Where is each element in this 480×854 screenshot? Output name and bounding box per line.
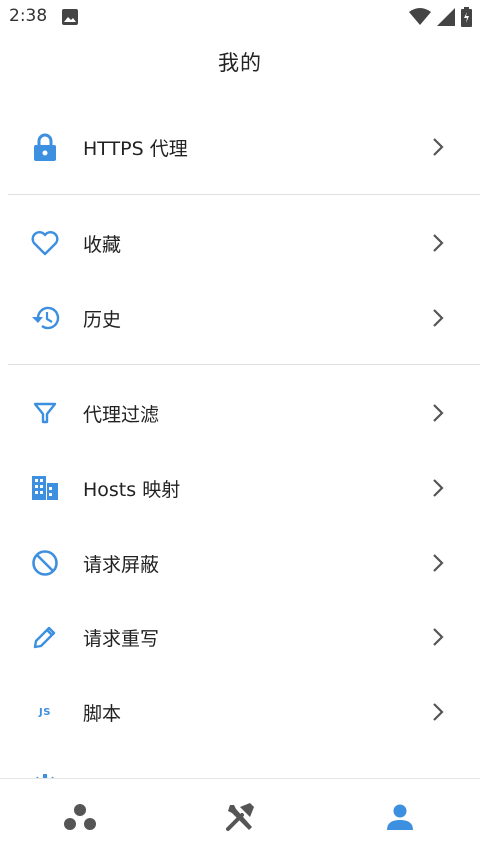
status-time: 2:38 bbox=[9, 6, 48, 26]
chevron-right-icon bbox=[433, 554, 444, 572]
menu-item-https-proxy[interactable]: HTTPS 代理 bbox=[0, 110, 480, 184]
lock-icon bbox=[30, 132, 60, 162]
menu-item-request-block[interactable]: 请求屏蔽 bbox=[0, 526, 480, 600]
building-icon bbox=[30, 473, 60, 503]
menu-label: 收藏 bbox=[83, 233, 122, 256]
nav-tab-tools[interactable] bbox=[160, 779, 320, 854]
menu-label: Hosts 映射 bbox=[83, 478, 181, 501]
signal-icon bbox=[437, 8, 455, 26]
nodes-icon bbox=[64, 803, 96, 830]
menu-item-proxy-filter[interactable]: 代理过滤 bbox=[0, 376, 480, 450]
nav-tab-network[interactable] bbox=[0, 779, 160, 854]
block-icon bbox=[30, 548, 60, 578]
nav-tab-profile[interactable] bbox=[320, 779, 480, 854]
menu-label: HTTPS 代理 bbox=[83, 137, 188, 160]
settings-list: HTTPS 代理 收藏 历史 代理过滤 Hosts 映射 请求屏蔽 请求重写 J… bbox=[0, 90, 480, 778]
menu-item-hosts-mapping[interactable]: Hosts 映射 bbox=[0, 451, 480, 525]
menu-item-request-rewrite[interactable]: 请求重写 bbox=[0, 600, 480, 674]
chevron-right-icon bbox=[433, 479, 444, 497]
app-header: 我的 bbox=[0, 34, 480, 90]
menu-item-script[interactable]: JS 脚本 bbox=[0, 675, 480, 749]
filter-icon bbox=[30, 398, 60, 428]
menu-item-favorites[interactable]: 收藏 bbox=[0, 206, 480, 280]
menu-item-settings-partial[interactable] bbox=[0, 750, 480, 778]
image-notification-icon bbox=[62, 9, 78, 29]
bottom-navigation bbox=[0, 778, 480, 854]
history-icon bbox=[30, 303, 60, 333]
pencil-icon bbox=[30, 622, 60, 652]
menu-label: 代理过滤 bbox=[83, 403, 160, 426]
menu-label: 脚本 bbox=[83, 702, 122, 725]
menu-item-history[interactable]: 历史 bbox=[0, 281, 480, 355]
chevron-right-icon bbox=[433, 234, 444, 252]
divider bbox=[8, 364, 480, 365]
js-icon: JS bbox=[30, 697, 60, 727]
page-title: 我的 bbox=[218, 51, 262, 75]
menu-label: 请求屏蔽 bbox=[83, 553, 160, 576]
chevron-right-icon bbox=[433, 628, 444, 646]
tools-icon bbox=[226, 802, 254, 831]
js-icon-text: JS bbox=[39, 706, 51, 718]
status-bar: 2:38 bbox=[0, 0, 480, 34]
chevron-right-icon bbox=[433, 703, 444, 721]
wifi-icon bbox=[409, 8, 431, 25]
divider bbox=[8, 194, 480, 195]
chevron-right-icon bbox=[433, 309, 444, 327]
battery-icon bbox=[461, 7, 472, 27]
menu-label: 历史 bbox=[83, 308, 122, 331]
chevron-right-icon bbox=[433, 404, 444, 422]
status-icons bbox=[409, 7, 472, 27]
menu-label: 请求重写 bbox=[83, 627, 160, 650]
person-icon bbox=[387, 804, 413, 830]
chevron-right-icon bbox=[433, 138, 444, 156]
heart-icon bbox=[30, 228, 60, 258]
